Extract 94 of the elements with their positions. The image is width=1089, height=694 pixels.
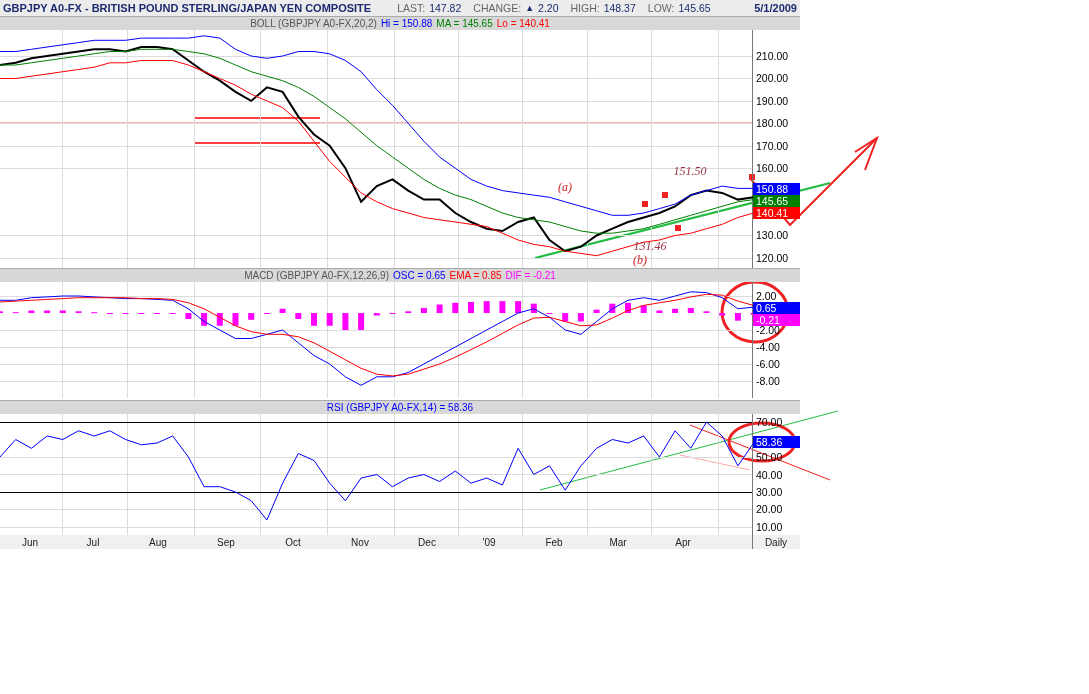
axis-tick-label: Mar xyxy=(609,537,627,548)
indicator-label: RSI (GBPJPY A0-FX,14) = 58.36 xyxy=(326,402,474,413)
histogram-bar xyxy=(248,313,255,320)
period-label: Daily xyxy=(764,537,788,548)
histogram-bar xyxy=(185,313,192,319)
axis-tick-label: Oct xyxy=(285,537,301,548)
axis-tick-label: 2.00 xyxy=(756,290,777,302)
histogram-bar xyxy=(483,301,490,313)
stat-label: LAST: xyxy=(397,2,426,14)
histogram-bar xyxy=(672,308,679,313)
histogram-bar xyxy=(59,310,66,313)
axis-tick-label: 20.00 xyxy=(756,503,783,516)
histogram-bar xyxy=(734,313,741,321)
indicator-label: BOLL (GBPJPY A0-FX,20,2) xyxy=(250,18,377,29)
axis-tick-label: 10.00 xyxy=(756,520,783,533)
chart-title: GBPJPY A0-FX - BRITISH POUND STERLING/JAPAN YEN COMPOSITE xyxy=(3,2,372,14)
axis-tick-label: Sep xyxy=(217,537,235,548)
value-tag-text: 140.41 xyxy=(756,207,789,219)
indicator-label: MA = 145.65 xyxy=(436,18,493,29)
stat-value: 147.82 xyxy=(429,2,462,14)
stat-label: LOW: xyxy=(647,2,675,14)
indicator-label: Hi = 150.88 xyxy=(380,18,433,29)
axis-tick-label: 190.00 xyxy=(756,94,789,107)
axis-tick-label: Dec xyxy=(418,537,436,548)
histogram-bar xyxy=(515,301,522,313)
histogram-bar xyxy=(420,307,427,313)
axis-tick-label: Aug xyxy=(149,537,167,548)
histogram-bar xyxy=(216,313,223,326)
histogram-bar xyxy=(468,301,474,313)
chart-date: 5/1/2009 xyxy=(754,2,797,14)
axis-tick-label: 40.00 xyxy=(756,468,783,481)
histogram-bar xyxy=(232,313,239,326)
axis-tick-label: -2.00 xyxy=(756,324,780,336)
histogram-bar xyxy=(499,301,506,313)
histogram-bar xyxy=(436,304,443,313)
axis-tick-label: 30.00 xyxy=(756,486,783,498)
axis-tick-label: -6.00 xyxy=(756,358,780,370)
stat-value: 2.20 xyxy=(538,2,559,14)
value-tag-text: 150.88 xyxy=(756,183,789,195)
histogram-bar xyxy=(687,307,694,313)
stat-value: 145.65 xyxy=(678,2,711,14)
histogram-bar xyxy=(326,313,333,326)
indicator-label: MACD (GBPJPY A0-FX,12,26,9) xyxy=(244,270,389,281)
value-tag-text: 145.65 xyxy=(756,195,789,207)
stat-label: HIGH: xyxy=(570,2,600,14)
histogram-bar xyxy=(44,310,51,313)
histogram-bar xyxy=(609,303,616,313)
axis-tick-label: -8.00 xyxy=(756,375,780,387)
histogram-bar xyxy=(452,302,459,313)
histogram-bar xyxy=(593,309,600,313)
value-tag-text: 0.65 xyxy=(756,302,777,314)
annotation-text: 151.50 xyxy=(673,164,707,178)
histogram-bar xyxy=(28,310,35,313)
histogram-bar xyxy=(201,313,208,326)
axis-tick-label: 210.00 xyxy=(756,50,789,62)
axis-tick-label: Feb xyxy=(545,537,563,548)
indicator-label: EMA = 0.85 xyxy=(449,270,502,281)
axis-tick-label: 160.00 xyxy=(756,162,789,175)
histogram-bar xyxy=(373,313,380,316)
histogram-bar xyxy=(311,313,317,326)
axis-tick-label: 200.00 xyxy=(756,72,789,85)
stat-label: CHANGE: xyxy=(473,2,522,14)
histogram-bar xyxy=(656,310,663,313)
annotation-text: (a) xyxy=(558,180,572,194)
axis-tick-label: -4.00 xyxy=(756,341,780,353)
annotation-text: 131.46 xyxy=(633,239,667,253)
circle-outline xyxy=(720,280,790,344)
histogram-bar xyxy=(577,313,584,322)
up-arrow-icon: ▲ xyxy=(525,3,535,13)
indicator-label: OSC = 0.65 xyxy=(393,270,446,281)
histogram-bar xyxy=(530,303,537,313)
histogram-bar xyxy=(562,313,569,322)
stat-value: 148.37 xyxy=(603,2,636,14)
axis-tick-label: 130.00 xyxy=(756,229,789,242)
histogram-bar xyxy=(279,308,286,313)
annotation-text: (b) xyxy=(633,253,647,267)
histogram-bar xyxy=(342,313,349,330)
axis-tick-label: Jun xyxy=(21,537,39,548)
axis-tick-label: 180.00 xyxy=(756,117,789,130)
axis-tick-label: Nov xyxy=(351,537,369,548)
indicator-label: DIF = -0.21 xyxy=(505,270,556,281)
axis-tick-label: 170.00 xyxy=(756,139,789,152)
axis-tick-label: 120.00 xyxy=(756,251,789,264)
axis-tick-label: '09 xyxy=(482,537,496,548)
histogram-bar xyxy=(625,302,631,313)
axis-tick-label: Jul xyxy=(86,537,100,548)
histogram-bar xyxy=(640,305,647,313)
axis-tick-label: Apr xyxy=(675,537,691,548)
histogram-bar xyxy=(719,313,726,316)
histogram-bar xyxy=(295,313,302,319)
histogram-bar xyxy=(358,313,365,330)
value-tag-text: 58.36 xyxy=(756,436,783,448)
indicator-label: Lo = 140.41 xyxy=(496,18,550,29)
value-tag-text: -0.21 xyxy=(756,314,780,326)
